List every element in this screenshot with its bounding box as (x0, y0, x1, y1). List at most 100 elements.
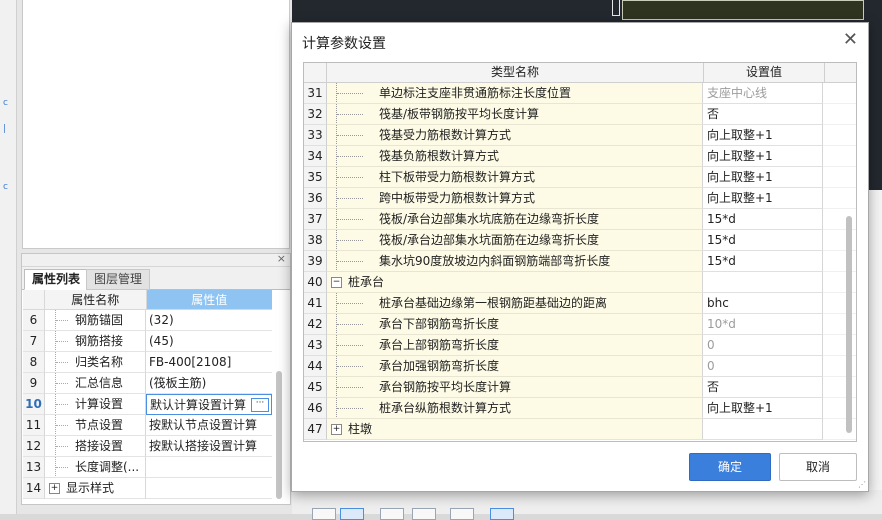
edge-marker-icon: | (3, 124, 7, 134)
header-num-cell (23, 290, 45, 310)
property-panel: × 属性列表 图层管理 属性名称 属性值 6 钢筋锚固 (32) 7 钢筋搭接 (45) 8… (21, 252, 291, 505)
collapse-icon[interactable]: − (331, 277, 342, 288)
row-setting-value[interactable]: 支座中心线 (703, 83, 823, 104)
property-row[interactable]: 8 归类名称 FB-400[2108] (23, 352, 272, 373)
table-row[interactable]: 41 桩承台基础边缘第一根钢筋距基础边的距离 bhc (304, 293, 856, 314)
row-label: 桩承台纵筋根数计算方式 (379, 401, 512, 415)
row-number: 38 (304, 230, 327, 251)
column-header-value: 属性值 (146, 290, 272, 310)
property-name: 钢筋搭接 (45, 331, 146, 352)
table-row[interactable]: 38 筏板/承台边部集水坑面筋在边缘弯折长度 15*d (304, 230, 856, 251)
property-value[interactable]: 默认计算设置计算 ··· (146, 394, 272, 415)
property-row[interactable]: 12 搭接设置 按默认搭接设置计算 (23, 436, 272, 457)
table-row[interactable]: 42 承台下部钢筋弯折长度 10*d (304, 314, 856, 335)
row-label: 筏基/板带钢筋按平均长度计算 (379, 107, 540, 121)
property-scrollbar[interactable] (276, 371, 282, 499)
row-type-name: 筏基负筋根数计算方式 (327, 146, 703, 167)
row-setting-value[interactable]: 否 (703, 377, 823, 398)
table-row[interactable]: 47 + 柱墩 (304, 419, 856, 440)
resize-grip-icon[interactable]: ⋰ (858, 480, 866, 489)
property-value[interactable]: (32) (146, 310, 272, 331)
row-setting-value[interactable]: 15*d (703, 209, 823, 230)
table-row[interactable]: 44 承台加强钢筋弯折长度 0 (304, 356, 856, 377)
row-type-name: 集水坑90度放坡边内斜面钢筋端部弯折长度 (327, 251, 703, 272)
property-value[interactable]: 按默认节点设置计算 (146, 415, 272, 436)
row-setting-value[interactable]: 15*d (703, 230, 823, 251)
dialog-scrollbar[interactable] (846, 216, 852, 433)
tree-line (336, 356, 367, 376)
row-setting-value[interactable]: 向上取整+1 (703, 146, 823, 167)
property-value[interactable] (146, 457, 272, 478)
tree-line (336, 335, 367, 355)
group-label: 桩承台 (348, 275, 385, 289)
property-row[interactable]: 11 节点设置 按默认节点设置计算 (23, 415, 272, 436)
row-setting-value[interactable]: 15*d (703, 251, 823, 272)
row-label: 筏基受力筋根数计算方式 (379, 128, 512, 142)
row-label: 桩承台基础边缘第一根钢筋距基础边的距离 (379, 296, 608, 310)
close-icon[interactable]: × (277, 252, 286, 265)
toolbar-button[interactable] (412, 508, 436, 520)
table-row[interactable]: 37 筏板/承台边部集水坑底筋在边缘弯折长度 15*d (304, 209, 856, 230)
property-value[interactable]: (45) (146, 331, 272, 352)
tab-layer-management[interactable]: 图层管理 (86, 269, 151, 290)
row-setting-value[interactable]: bhc (703, 293, 823, 314)
property-row[interactable]: 6 钢筋锚固 (32) (23, 310, 272, 331)
expand-icon[interactable]: + (331, 424, 342, 435)
row-number: 37 (304, 209, 327, 230)
row-setting-value[interactable]: 向上取整+1 (703, 125, 823, 146)
row-setting-value[interactable]: 0 (703, 356, 823, 377)
tree-line (336, 104, 367, 124)
property-row[interactable]: 9 汇总信息 (筏板主筋) (23, 373, 272, 394)
tab-property-list[interactable]: 属性列表 (24, 269, 89, 290)
row-type-name: 桩承台纵筋根数计算方式 (327, 398, 703, 419)
toolbar-button[interactable] (490, 508, 514, 520)
property-value[interactable] (146, 478, 272, 499)
table-row[interactable]: 31 单边标注支座非贯通筋标注长度位置 支座中心线 (304, 83, 856, 104)
tree-line (336, 314, 367, 334)
property-name: 归类名称 (45, 352, 146, 373)
row-setting-value[interactable]: 向上取整+1 (703, 167, 823, 188)
cancel-button[interactable]: 取消 (779, 453, 857, 481)
row-label: 承台加强钢筋弯折长度 (379, 359, 500, 373)
table-row[interactable]: 35 柱下板带受力筋根数计算方式 向上取整+1 (304, 167, 856, 188)
row-setting-value[interactable]: 向上取整+1 (703, 398, 823, 419)
property-value-text: FB-400[2108] (149, 355, 232, 369)
row-filler (823, 125, 856, 146)
row-setting-value[interactable]: 向上取整+1 (703, 188, 823, 209)
table-row[interactable]: 36 跨中板带受力筋根数计算方式 向上取整+1 (304, 188, 856, 209)
table-row[interactable]: 45 承台钢筋按平均长度计算 否 (304, 377, 856, 398)
property-row[interactable]: 7 钢筋搭接 (45) (23, 331, 272, 352)
row-type-name: 筏基/板带钢筋按平均长度计算 (327, 104, 703, 125)
close-icon[interactable]: ✕ (843, 29, 858, 50)
row-setting-value[interactable]: 否 (703, 104, 823, 125)
table-row[interactable]: 33 筏基受力筋根数计算方式 向上取整+1 (304, 125, 856, 146)
property-value[interactable]: (筏板主筋) (146, 373, 272, 394)
table-row[interactable]: 32 筏基/板带钢筋按平均长度计算 否 (304, 104, 856, 125)
table-row[interactable]: 34 筏基负筋根数计算方式 向上取整+1 (304, 146, 856, 167)
row-type-name: 柱下板带受力筋根数计算方式 (327, 167, 703, 188)
table-row[interactable]: 40− 桩承台 (304, 272, 856, 293)
row-setting-value[interactable]: 10*d (703, 314, 823, 335)
row-setting-value[interactable] (703, 272, 823, 293)
row-setting-value[interactable] (703, 419, 823, 440)
property-row[interactable]: 14 + 显示样式 (23, 478, 272, 499)
row-label: 承台上部钢筋弯折长度 (379, 338, 500, 352)
ok-button[interactable]: 确定 (689, 453, 771, 481)
table-row[interactable]: 43 承台上部钢筋弯折长度 0 (304, 335, 856, 356)
tree-line (336, 167, 367, 187)
table-row[interactable]: 46 桩承台纵筋根数计算方式 向上取整+1 (304, 398, 856, 419)
ellipsis-button[interactable]: ··· (251, 398, 269, 412)
row-number: 13 (23, 457, 45, 478)
property-value[interactable]: FB-400[2108] (146, 352, 272, 373)
toolbar-button[interactable] (312, 508, 336, 520)
expand-icon[interactable]: + (49, 483, 60, 494)
toolbar-button[interactable] (340, 508, 364, 520)
property-row[interactable]: 13 长度调整(... (23, 457, 272, 478)
row-number: 39 (304, 251, 327, 272)
property-value[interactable]: 按默认搭接设置计算 (146, 436, 272, 457)
row-setting-value[interactable]: 0 (703, 335, 823, 356)
toolbar-button[interactable] (380, 508, 404, 520)
property-row[interactable]: 10 计算设置 默认计算设置计算 ··· (23, 394, 272, 415)
table-row[interactable]: 39 集水坑90度放坡边内斜面钢筋端部弯折长度 15*d (304, 251, 856, 272)
toolbar-button[interactable] (450, 508, 474, 520)
